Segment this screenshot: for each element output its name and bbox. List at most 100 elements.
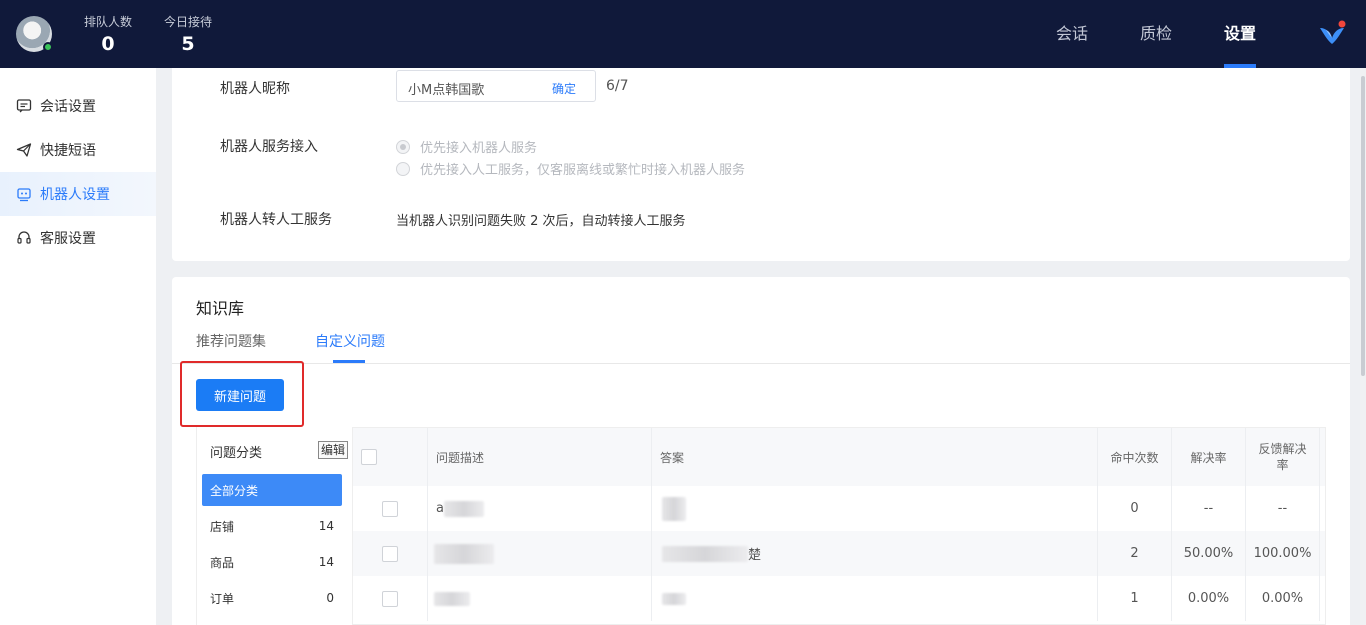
service-option-label: 优先接入机器人服务 xyxy=(420,141,538,156)
bird-logo-icon[interactable] xyxy=(1318,20,1346,48)
online-status-dot xyxy=(43,42,53,52)
sidebar-item-label: 快捷短语 xyxy=(40,143,96,159)
robot-icon xyxy=(17,188,31,202)
headset-icon xyxy=(17,231,31,244)
sidebar-item-label: 客服设置 xyxy=(40,231,96,247)
row-checkbox-cell xyxy=(353,486,428,531)
today-stat: 今日接待 5 xyxy=(164,14,212,58)
answer-text: 楚 xyxy=(748,548,762,563)
queue-label: 排队人数 xyxy=(84,15,133,29)
category-name: 订单 xyxy=(210,591,235,606)
category-count: 0 xyxy=(326,591,334,605)
radio-button[interactable] xyxy=(396,139,410,154)
today-value: 5 xyxy=(181,33,195,55)
new-question-button[interactable]: 新建问题 xyxy=(196,379,284,411)
transfer-description: 当机器人识别问题失败 2 次后，自动转接人工服务 xyxy=(396,214,686,229)
tab-recommended[interactable]: 推荐问题集 xyxy=(196,331,266,351)
transfer-label: 机器人转人工服务 xyxy=(220,212,332,228)
tab-divider xyxy=(172,363,1350,364)
service-access-label: 机器人服务接入 xyxy=(220,139,318,155)
sidebar-item-agent-settings[interactable]: 客服设置 xyxy=(0,216,156,260)
redacted-text xyxy=(662,592,686,605)
service-option-human[interactable]: 优先接入人工服务，仅客服离线或繁忙时接入机器人服务 xyxy=(396,159,745,178)
question-text: a xyxy=(436,501,444,516)
category-name: 店铺 xyxy=(210,519,235,534)
answer-cell xyxy=(652,576,1098,621)
redacted-text xyxy=(662,496,686,521)
nickname-label: 机器人昵称 xyxy=(220,81,290,97)
sidebar-item-label: 机器人设置 xyxy=(40,187,110,203)
paper-plane-icon xyxy=(16,143,32,157)
sidebar-item-quick-phrases[interactable]: 快捷短语 xyxy=(0,128,156,172)
category-name: 全部分类 xyxy=(210,483,259,498)
question-cell xyxy=(428,576,652,621)
feedback-rate-cell: 0.00% xyxy=(1246,576,1320,621)
nav-quality[interactable]: 质检 xyxy=(1140,0,1172,68)
knowledge-base-title: 知识库 xyxy=(196,299,245,318)
resolve-rate-cell: 0.00% xyxy=(1172,576,1246,621)
resolve-rate-cell: -- xyxy=(1172,486,1246,531)
select-all-checkbox[interactable] xyxy=(361,449,377,465)
category-item-product[interactable]: 商品 14 xyxy=(202,546,342,578)
queue-stat: 排队人数 0 xyxy=(84,14,132,58)
chat-bubble-icon xyxy=(16,99,32,113)
category-title: 问题分类 xyxy=(210,446,263,461)
column-header: 答案 xyxy=(652,428,1098,486)
hits-cell: 0 xyxy=(1098,486,1172,531)
radio-button[interactable] xyxy=(396,161,410,176)
sidebar-item-session-settings[interactable]: 会话设置 xyxy=(0,84,156,128)
nickname-input[interactable]: 小M点韩国歌 确定 xyxy=(396,70,596,102)
feedback-rate-cell: -- xyxy=(1246,486,1320,531)
answer-cell: 楚 xyxy=(652,531,1098,576)
question-table: 问题描述 答案 命中次数 解决率 反馈解决率 a 0 -- -- 楚 2 50.… xyxy=(352,427,1326,625)
queue-value: 0 xyxy=(101,33,115,55)
hits-cell: 1 xyxy=(1098,576,1172,621)
service-option-robot[interactable]: 优先接入机器人服务 xyxy=(396,137,537,156)
question-cell: a xyxy=(428,486,652,531)
hits-cell: 2 xyxy=(1098,531,1172,576)
sidebar-item-label: 会话设置 xyxy=(40,99,96,115)
sidebar-item-robot-settings[interactable]: 机器人设置 xyxy=(0,172,156,216)
row-checkbox-cell xyxy=(353,531,428,576)
column-header[interactable]: 反馈解决率 xyxy=(1246,428,1320,486)
category-name: 商品 xyxy=(210,555,235,570)
top-bar: 排队人数 0 今日接待 5 会话 质检 设置 xyxy=(0,0,1366,68)
column-header[interactable]: 解决率 xyxy=(1172,428,1246,486)
category-count: 14 xyxy=(318,555,334,569)
redacted-text xyxy=(662,545,748,562)
question-cell xyxy=(428,531,652,576)
row-checkbox[interactable] xyxy=(382,590,398,607)
row-checkbox-cell xyxy=(353,576,428,621)
nickname-value[interactable]: 小M点韩国歌 xyxy=(408,79,484,98)
column-header[interactable]: 命中次数 xyxy=(1098,428,1172,486)
feedback-rate-cell: 100.00% xyxy=(1246,531,1320,576)
table-row[interactable]: 1 0.00% 0.00% xyxy=(353,576,1325,621)
nickname-char-count: 6/7 xyxy=(606,78,629,94)
table-row[interactable]: 楚 2 50.00% 100.00% xyxy=(353,531,1325,576)
nav-conversation[interactable]: 会话 xyxy=(1056,0,1088,68)
today-label: 今日接待 xyxy=(164,15,213,29)
tab-custom[interactable]: 自定义问题 xyxy=(315,331,385,351)
category-panel: 问题分类 编辑 全部分类 店铺 14 商品 14 订单 0 xyxy=(196,427,352,625)
row-checkbox[interactable] xyxy=(382,500,398,517)
redacted-text xyxy=(443,500,484,517)
answer-cell xyxy=(652,486,1098,531)
redacted-text xyxy=(434,591,470,606)
knowledge-base-card: 知识库 推荐问题集 自定义问题 新建问题 问题分类 编辑 全部分类 店铺 14 … xyxy=(172,277,1350,625)
category-item-store[interactable]: 店铺 14 xyxy=(202,510,342,542)
redacted-text xyxy=(434,543,494,564)
category-item-order[interactable]: 订单 0 xyxy=(202,582,342,614)
nav-settings[interactable]: 设置 xyxy=(1224,0,1256,68)
table-row[interactable]: a 0 -- -- xyxy=(353,486,1325,531)
robot-settings-card: 机器人昵称 小M点韩国歌 确定 6/7 机器人服务接入 优先接入机器人服务 优先… xyxy=(172,68,1350,261)
sidebar: 会话设置 快捷短语 机器人设置 客服设置 xyxy=(0,68,156,625)
column-header: 问题描述 xyxy=(428,428,652,486)
service-option-label: 优先接入人工服务，仅客服离线或繁忙时接入机器人服务 xyxy=(420,163,746,178)
nickname-confirm-button[interactable]: 确定 xyxy=(552,80,576,97)
row-checkbox[interactable] xyxy=(382,545,398,562)
category-item-all[interactable]: 全部分类 xyxy=(202,474,342,506)
table-header: 问题描述 答案 命中次数 解决率 反馈解决率 xyxy=(353,428,1325,486)
page-scrollbar-thumb[interactable] xyxy=(1361,76,1365,376)
header-checkbox-cell xyxy=(353,428,428,486)
category-edit-button[interactable]: 编辑 xyxy=(318,441,349,459)
